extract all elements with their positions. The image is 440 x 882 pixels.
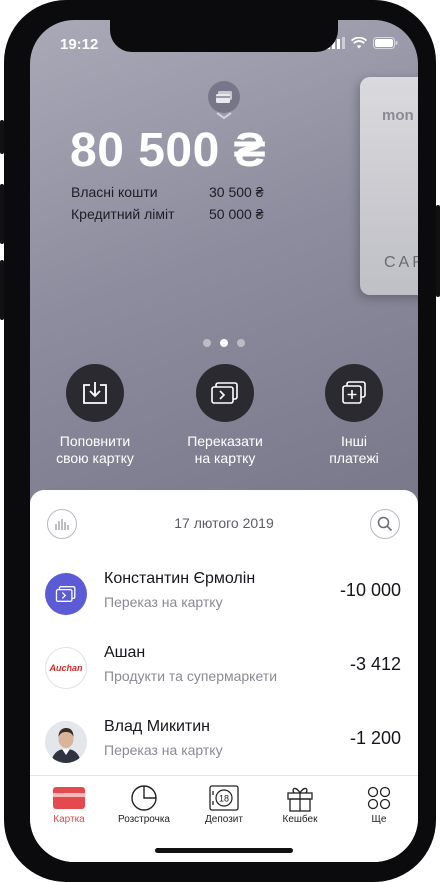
deposit-icon: 18: [189, 782, 259, 814]
card-type-text: CAR: [384, 254, 418, 271]
transaction-category: Переказ на картку: [104, 742, 223, 758]
other-payments-label-2: платежі: [329, 450, 379, 466]
transfer-label-2: на картку: [194, 450, 256, 466]
page-indicator: [203, 339, 245, 347]
more-icon: [344, 782, 414, 814]
transaction-name: Влад Микитин: [104, 718, 210, 735]
status-time: 19:12: [60, 36, 99, 53]
card-brand-text: mon: [382, 107, 414, 124]
phone-frame: 19:12 80 500 ₴ Власні кошти 30 500 ₴ Кре…: [0, 0, 440, 882]
deposit-badge: 18: [219, 794, 229, 804]
search-icon[interactable]: [370, 509, 400, 539]
top-up-button[interactable]: Поповнити свою картку: [35, 364, 155, 467]
tab-more-label: Ще: [371, 814, 387, 825]
auchan-logo-text: Auchan: [49, 663, 83, 673]
transaction-name: Ашан: [104, 644, 146, 661]
volume-down-button: [0, 260, 4, 320]
transaction-amount: -10 000: [339, 580, 401, 600]
credit-limit-value: 50 000 ₴: [209, 206, 264, 222]
top-up-label-1: Поповнити: [59, 433, 131, 449]
transaction-amount: -1 200: [349, 728, 401, 748]
tab-installments-label: Розстрочка: [117, 814, 170, 825]
volume-up-button: [0, 184, 4, 244]
home-indicator[interactable]: [155, 848, 293, 853]
feed-date: 17 лютого 2019: [174, 515, 274, 531]
top-up-label-2: свою картку: [56, 450, 134, 466]
tab-cashback-label: Кешбек: [282, 814, 318, 825]
tab-cashback[interactable]: Кешбек: [265, 782, 335, 825]
status-icons: [327, 37, 398, 49]
notch: [110, 20, 338, 52]
transfer-to-card-button[interactable]: Переказати на картку: [165, 364, 285, 467]
own-funds-value: 30 500 ₴: [209, 184, 264, 200]
auchan-logo: Auchan: [45, 647, 87, 689]
power-button: [436, 205, 440, 297]
user-avatar: [45, 721, 87, 763]
page-dot[interactable]: [237, 339, 245, 347]
transaction-amount: -3 412: [349, 654, 401, 674]
credit-limit-label: Кредитний ліміт: [71, 206, 175, 222]
transaction-row[interactable]: Влад Микитин Переказ на картку -1 200: [30, 711, 418, 785]
transfer-label-1: Переказати: [187, 433, 263, 449]
tab-card[interactable]: Картка: [34, 782, 104, 825]
wifi-icon: [351, 37, 367, 49]
transaction-row[interactable]: Константин Єрмолін Переказ на картку -10…: [30, 563, 418, 637]
page-dot-active[interactable]: [220, 339, 228, 347]
pie-chart-icon: [109, 782, 179, 814]
battery-icon: [373, 37, 398, 49]
mute-switch: [0, 120, 4, 154]
download-icon: [66, 364, 124, 422]
other-payments-button[interactable]: Інші платежі: [294, 364, 414, 467]
tab-installments[interactable]: Розстрочка: [109, 782, 179, 825]
other-payments-icon: [325, 364, 383, 422]
card-stack-icon[interactable]: [208, 81, 240, 113]
gift-icon: [265, 782, 335, 814]
transaction-category: Продукти та супермаркети: [104, 668, 278, 684]
transaction-name: Константин Єрмолін: [104, 570, 256, 587]
balance-amount: 80 500 ₴: [70, 124, 267, 177]
own-funds-label: Власні кошти: [71, 184, 158, 200]
other-payments-label-1: Інші: [341, 433, 367, 449]
card-transfer-icon: [196, 364, 254, 422]
own-funds-row: Власні кошти 30 500 ₴: [71, 184, 264, 200]
card-icon: [34, 782, 104, 814]
tab-deposit-label: Депозит: [205, 814, 243, 825]
transaction-category: Переказ на картку: [104, 594, 223, 610]
app-screen: 19:12 80 500 ₴ Власні кошти 30 500 ₴ Кре…: [30, 20, 418, 862]
transaction-row[interactable]: Auchan Ашан Продукти та супермаркети -3 …: [30, 637, 418, 711]
credit-limit-row: Кредитний ліміт 50 000 ₴: [71, 206, 264, 222]
tab-bar: Картка Розстрочка 18 Депозит Кешбек Ще: [30, 775, 418, 862]
page-dot[interactable]: [203, 339, 211, 347]
tab-deposit[interactable]: 18 Депозит: [189, 782, 259, 825]
tab-more[interactable]: Ще: [344, 782, 414, 825]
chevron-down-icon[interactable]: [216, 112, 232, 120]
transfer-avatar-icon: [45, 573, 87, 615]
tab-card-label: Картка: [53, 814, 85, 825]
